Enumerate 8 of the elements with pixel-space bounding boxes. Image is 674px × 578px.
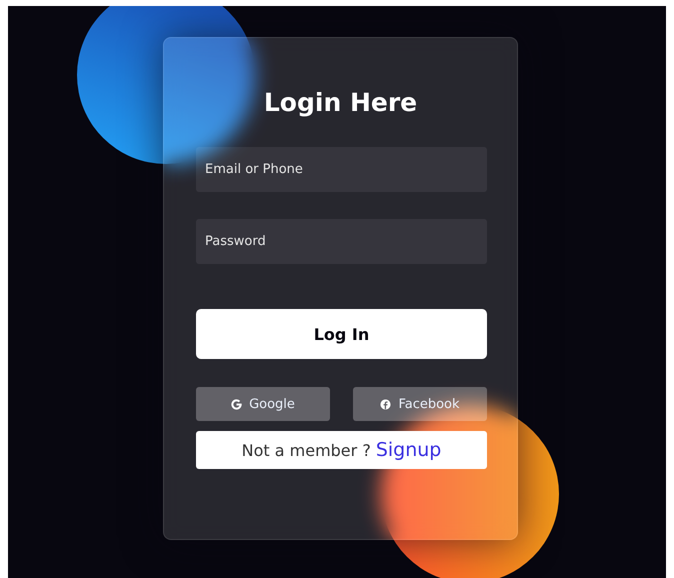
login-title: Login Here <box>264 87 418 119</box>
signup-prompt: Not a member ? <box>242 440 371 460</box>
google-icon <box>231 398 242 410</box>
facebook-button[interactable]: Facebook <box>353 387 487 421</box>
google-button[interactable]: Google <box>196 387 330 421</box>
signup-link[interactable]: Signup <box>376 439 442 461</box>
login-button[interactable]: Log In <box>196 309 487 359</box>
facebook-icon <box>380 398 392 410</box>
